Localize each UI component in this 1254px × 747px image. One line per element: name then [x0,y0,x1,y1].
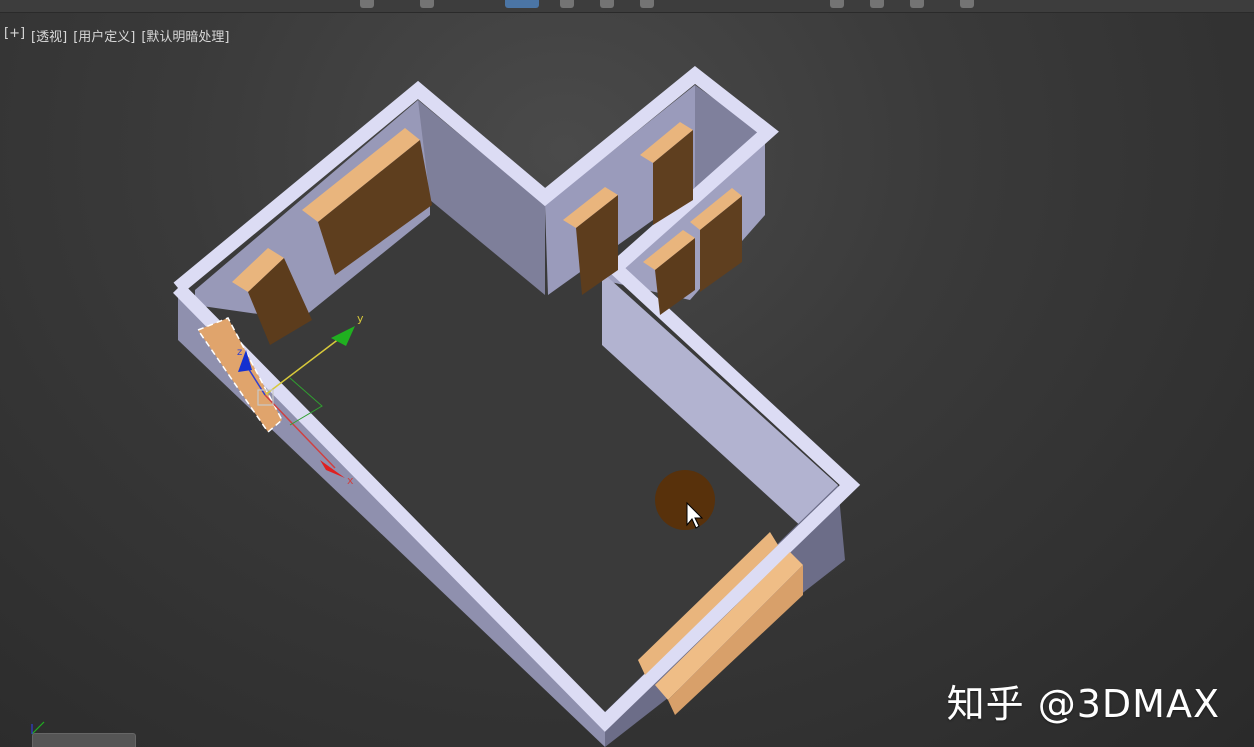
room-scene[interactable]: y x z [0,0,1254,747]
watermark-text: 知乎 @3DMAX [946,682,1220,726]
3d-viewport[interactable]: [+] [透视] [用户定义] [默认明暗处理] y x z 知乎 @3DMAX [0,0,1254,747]
gizmo-label-y: y [357,312,364,325]
viewport-bottom-tab[interactable] [32,733,136,747]
gizmo-label-x: x [347,474,354,487]
gizmo-label-z: z [237,347,242,358]
cursor-halo [655,470,715,530]
